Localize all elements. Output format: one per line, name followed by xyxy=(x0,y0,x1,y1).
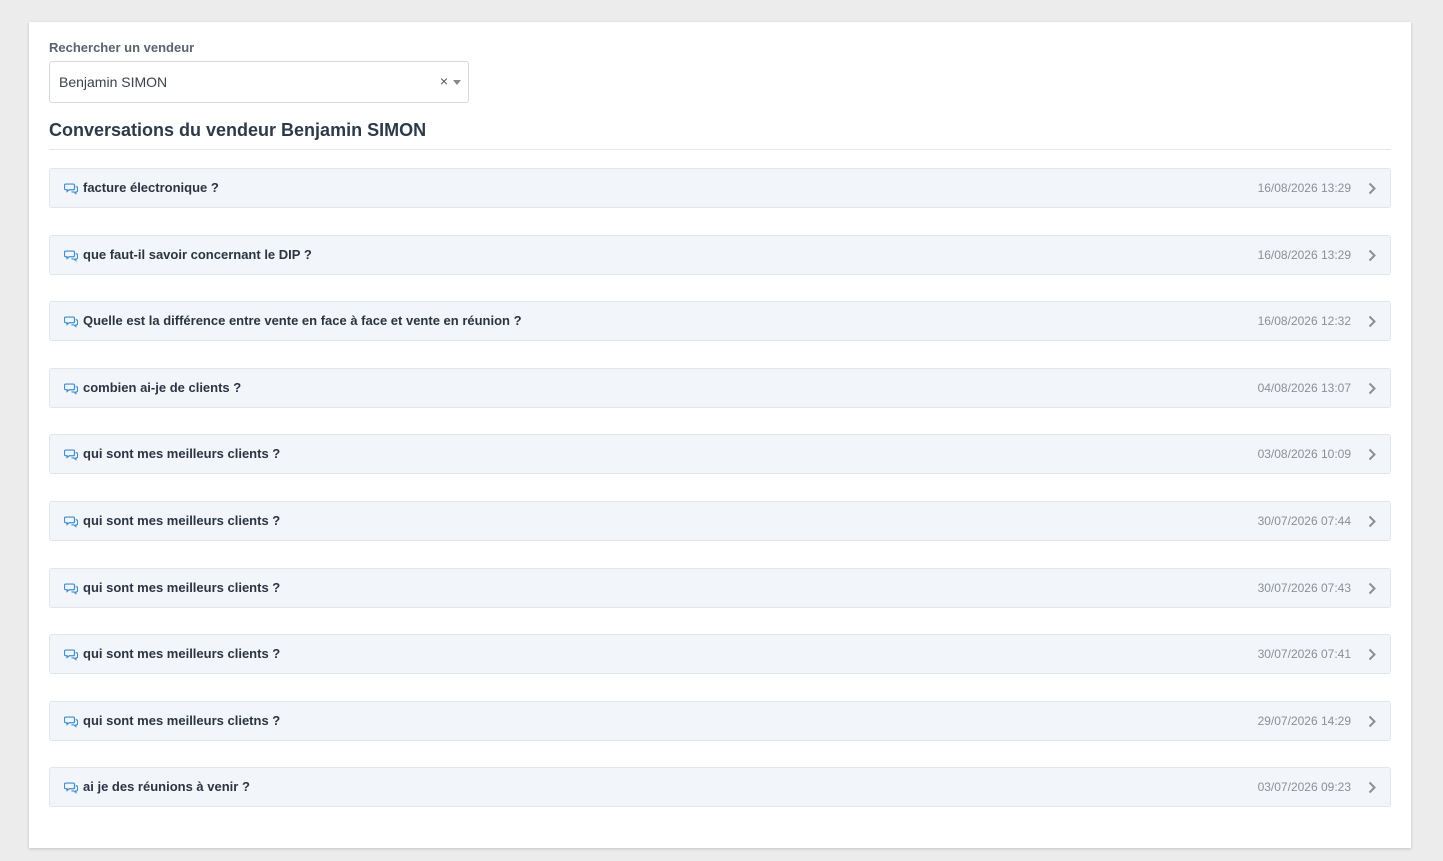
conversation-item[interactable]: facture électronique ? 16/08/2026 13:29 xyxy=(49,168,1391,208)
conversation-item[interactable]: qui sont mes meilleurs clients ? 30/07/2… xyxy=(49,634,1391,675)
title-divider xyxy=(49,149,1391,150)
conversation-item[interactable]: qui sont mes meilleurs clients ? 03/08/2… xyxy=(49,434,1391,475)
conversation-list: facture électronique ? 16/08/2026 13:29 … xyxy=(49,168,1391,834)
conversation-date: 03/08/2026 10:09 xyxy=(1257,447,1351,462)
conversation-title: combien ai-je de clients ? xyxy=(83,379,242,395)
conversation-title: facture électronique ? xyxy=(83,180,219,195)
vendor-search-label: Rechercher un vendeur xyxy=(49,40,195,55)
clear-selection-icon[interactable]: × xyxy=(440,73,448,89)
conversation-date: 04/08/2026 13:07 xyxy=(1257,380,1351,395)
comments-icon xyxy=(64,782,78,795)
conversation-item[interactable]: que faut-il savoir concernant le DIP ? 1… xyxy=(49,234,1391,275)
comments-icon xyxy=(64,316,78,328)
vendor-select[interactable]: Benjamin SIMON × xyxy=(49,61,469,103)
dropdown-arrow-icon[interactable] xyxy=(453,80,461,85)
chevron-right-icon xyxy=(1368,715,1376,727)
conversation-date: 30/07/2026 07:44 xyxy=(1257,513,1351,528)
comments-icon xyxy=(64,716,78,728)
conversation-date: 16/08/2026 13:29 xyxy=(1257,181,1351,195)
chevron-right-icon xyxy=(1368,782,1376,794)
conversation-title: qui sont mes meilleurs clietns ? xyxy=(83,712,281,728)
conversation-title: Quelle est la différence entre vente en … xyxy=(83,313,522,329)
conversation-title: qui sont mes meilleurs clients ? xyxy=(83,646,281,662)
main-card: Rechercher un vendeur Benjamin SIMON × C… xyxy=(29,22,1411,848)
comments-icon xyxy=(64,383,78,395)
comments-icon xyxy=(64,583,78,595)
page-title: Conversations du vendeur Benjamin SIMON xyxy=(49,120,427,140)
conversation-item[interactable]: Quelle est la différence entre vente en … xyxy=(49,301,1391,342)
conversation-date: 30/07/2026 07:43 xyxy=(1257,580,1351,595)
comments-icon xyxy=(64,516,78,528)
conversation-date: 29/07/2026 14:29 xyxy=(1257,713,1351,728)
chevron-right-icon xyxy=(1368,315,1376,328)
comments-icon xyxy=(64,183,78,195)
chevron-right-icon xyxy=(1368,382,1376,394)
conversation-title: que faut-il savoir concernant le DIP ? xyxy=(83,246,312,262)
conversation-item[interactable]: combien ai-je de clients ? 04/08/2026 13… xyxy=(49,367,1391,408)
conversation-title: ai je des réunions à venir ? xyxy=(83,779,250,795)
conversation-date: 16/08/2026 12:32 xyxy=(1257,314,1351,329)
chevron-right-icon xyxy=(1368,182,1376,195)
chevron-right-icon xyxy=(1368,249,1376,261)
conversation-title: qui sont mes meilleurs clients ? xyxy=(83,579,281,595)
chevron-right-icon xyxy=(1368,582,1376,594)
conversation-date: 30/07/2026 07:41 xyxy=(1257,647,1351,662)
comments-icon xyxy=(64,649,78,661)
conversation-date: 03/07/2026 09:23 xyxy=(1257,780,1351,795)
conversation-date: 16/08/2026 13:29 xyxy=(1257,247,1351,262)
conversation-item[interactable]: qui sont mes meilleurs clients ? 30/07/2… xyxy=(49,567,1391,608)
comments-icon xyxy=(64,449,78,462)
conversation-item[interactable]: qui sont mes meilleurs clietns ? 29/07/2… xyxy=(49,700,1391,741)
comments-icon xyxy=(64,250,78,262)
chevron-right-icon xyxy=(1368,515,1376,528)
chevron-right-icon xyxy=(1368,648,1376,661)
chevron-right-icon xyxy=(1368,449,1376,461)
conversation-item[interactable]: ai je des réunions à venir ? 03/07/2026 … xyxy=(49,767,1391,808)
conversation-title: qui sont mes meilleurs clients ? xyxy=(83,512,281,528)
vendor-select-value: Benjamin SIMON xyxy=(59,74,168,90)
conversation-title: qui sont mes meilleurs clients ? xyxy=(83,446,281,462)
conversation-item[interactable]: qui sont mes meilleurs clients ? 30/07/2… xyxy=(49,500,1391,541)
